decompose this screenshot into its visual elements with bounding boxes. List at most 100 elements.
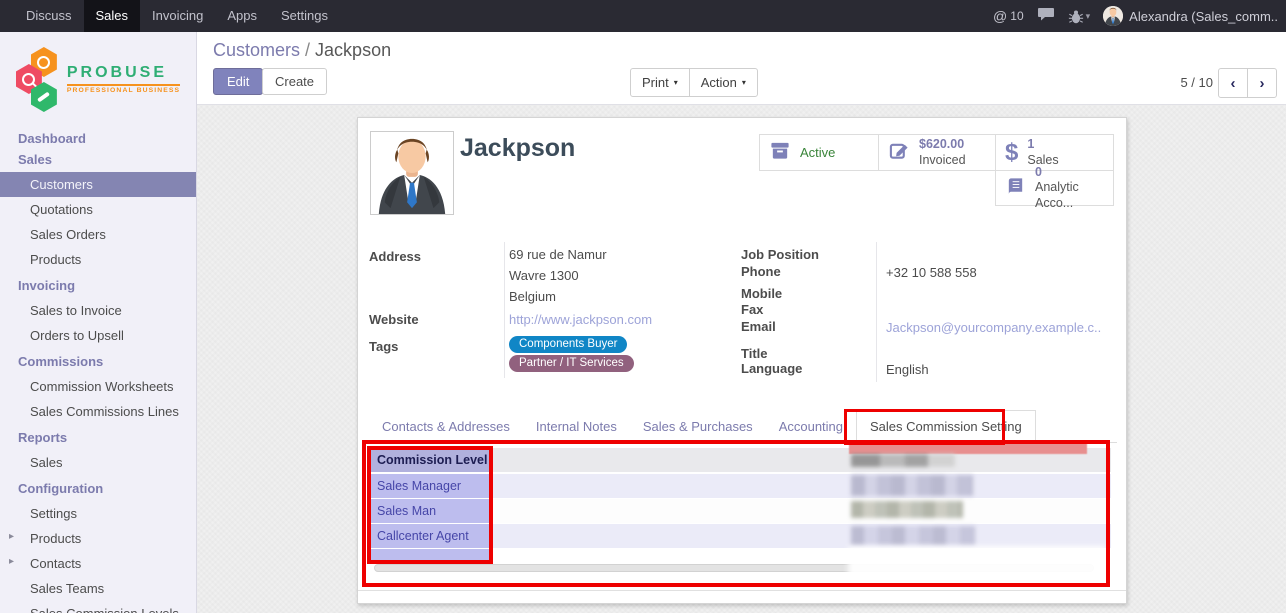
sidebar-item-sales-to-invoice[interactable]: Sales to Invoice [0,298,196,323]
expand-arrow-icon[interactable]: ▸ [9,556,14,567]
redacted-column-header [492,448,1111,472]
book-icon [1005,175,1026,201]
sidebar-item-products[interactable]: Products [0,247,196,272]
chat-icon[interactable] [1037,6,1055,26]
redacted-area-smudge [848,546,1106,580]
debug-bug-icon[interactable]: ▾ [1068,8,1091,25]
table-empty-cell[interactable] [371,549,491,562]
inbox-counter[interactable]: @ 10 [993,8,1024,24]
active-stat-button[interactable]: Active [759,134,879,171]
tab-accounting[interactable]: Accounting [766,411,856,442]
sidebar-heading-commissions[interactable]: Commissions [0,348,196,374]
sidebar-item-quotations[interactable]: Quotations [0,197,196,222]
sidebar-heading-sales[interactable]: Sales [0,151,196,172]
pager-counter: 5 / 10 [1180,75,1213,90]
logo-text: PROBUSE PROFESSIONAL BUSINESS [67,65,180,95]
sidebar-item-sales-commissions-lines[interactable]: Sales Commissions Lines [0,399,196,424]
sidebar-item-config-products[interactable]: ▸ Products [0,526,196,551]
menu-settings[interactable]: Settings [269,0,340,32]
invoiced-label: Invoiced [919,153,966,169]
breadcrumb-separator: / [300,40,315,60]
invoiced-stat-button[interactable]: $620.00Invoiced [878,134,996,171]
print-dropdown-button[interactable]: Print ▾ [630,68,690,97]
pager-next-button[interactable]: › [1247,68,1277,98]
inbox-count: 10 [1010,9,1023,23]
tab-sales-purchases[interactable]: Sales & Purchases [630,411,766,442]
analytic-count: 0 [1035,165,1104,181]
sidebar-heading-reports[interactable]: Reports [0,424,196,450]
table-row-commission-level[interactable]: Sales Man [371,499,491,523]
address-label: Address [369,249,421,264]
phone-value: +32 10 588 558 [886,265,977,280]
sidebar-item-sales-orders[interactable]: Sales Orders [0,222,196,247]
menu-sales[interactable]: Sales [84,0,141,32]
pager-previous-button[interactable]: ‹ [1218,68,1248,98]
sidebar-item-commission-worksheets[interactable]: Commission Worksheets [0,374,196,399]
create-button[interactable]: Create [262,68,327,95]
commission-level-column-header[interactable]: Commission Level [371,448,491,472]
sidebar-heading-configuration[interactable]: Configuration [0,475,196,501]
tab-sales-commission-setting[interactable]: Sales Commission Setting [856,410,1036,443]
table-horizontal-scrollbar[interactable] [374,564,1094,572]
table-row-redacted-cell[interactable] [492,499,1111,523]
dollar-icon: $ [1005,141,1018,165]
table-row-commission-level[interactable]: Callcenter Agent [371,524,491,548]
sidebar-item-sales-teams[interactable]: Sales Teams [0,576,196,601]
language-value: English [886,362,929,377]
menu-discuss[interactable]: Discuss [14,0,84,32]
sidebar-item-label: Products [30,531,81,546]
menu-invoicing[interactable]: Invoicing [140,0,215,32]
sidebar-item-sales-report[interactable]: Sales [0,450,196,475]
breadcrumb-current: Jackpson [315,40,391,60]
tag-partner-it-services[interactable]: Partner / IT Services [509,355,634,372]
company-logo[interactable]: PROBUSE PROFESSIONAL BUSINESS [0,32,196,125]
sidebar-heading-invoicing[interactable]: Invoicing [0,272,196,298]
website-link[interactable]: http://www.jackpson.com [509,312,652,327]
menu-apps[interactable]: Apps [215,0,269,32]
control-panel: Customers/Jackpson Edit Create Print ▾ A… [197,32,1286,105]
email-label: Email [741,319,776,334]
caret-down-icon: ▾ [1086,11,1091,22]
job-position-label: Job Position [741,247,819,262]
sidebar-item-customers[interactable]: Customers [0,172,196,197]
breadcrumb-parent[interactable]: Customers [213,40,300,60]
pager-buttons: ‹ › [1218,68,1277,98]
table-row-commission-level[interactable]: Sales Manager [371,474,491,498]
sidebar-item-sales-commission-levels[interactable]: Sales Commission Levels [0,601,196,613]
analytic-label: Analytic Acco... [1035,180,1104,211]
tab-internal-notes[interactable]: Internal Notes [523,411,630,442]
user-menu[interactable]: Alexandra (Sales_comm.. [1103,6,1278,26]
sheet-bottom-divider [358,590,1126,591]
tab-contacts-addresses[interactable]: Contacts & Addresses [369,411,523,442]
app-window: Discuss Sales Invoicing Apps Settings @ … [0,0,1286,613]
active-status-label: Active [800,145,835,160]
edit-button[interactable]: Edit [213,68,263,95]
address-line3: Belgium [509,289,556,304]
mobile-label: Mobile [741,286,782,301]
table-row-redacted-cell[interactable] [492,474,1111,498]
print-label: Print [642,75,669,90]
content-area: Jackpson Active $620.00Invoiced $ 1 Sales… [197,105,1286,613]
tags-label: Tags [369,339,398,354]
customer-name-title: Jackpson [460,134,575,163]
sidebar-item-settings[interactable]: Settings [0,501,196,526]
expand-arrow-icon[interactable]: ▸ [9,531,14,542]
sidebar-heading-dashboard[interactable]: Dashboard [0,125,196,151]
title-label: Title [741,346,768,361]
analytic-accounts-stat-button[interactable]: 0Analytic Acco... [995,170,1114,206]
user-avatar [1103,6,1123,26]
group-divider [504,242,505,378]
sidebar-item-orders-to-upsell[interactable]: Orders to Upsell [0,323,196,348]
sidebar: PROBUSE PROFESSIONAL BUSINESS Dashboard … [0,32,197,613]
sales-count: 1 [1027,137,1058,153]
caret-down-icon: ▾ [674,78,678,87]
table-row-redacted-cell[interactable] [492,524,1111,548]
customer-photo[interactable] [370,131,454,215]
topbar-right: @ 10 ▾ Alexandra (Sales_comm.. [993,0,1286,32]
sidebar-item-config-contacts[interactable]: ▸ Contacts [0,551,196,576]
logo-hexagons [16,47,60,113]
email-link[interactable]: Jackpson@yourcompany.example.c.. [886,320,1101,335]
tag-components-buyer[interactable]: Components Buyer [509,336,627,353]
phone-label: Phone [741,264,781,279]
action-dropdown-button[interactable]: Action ▾ [689,68,758,97]
